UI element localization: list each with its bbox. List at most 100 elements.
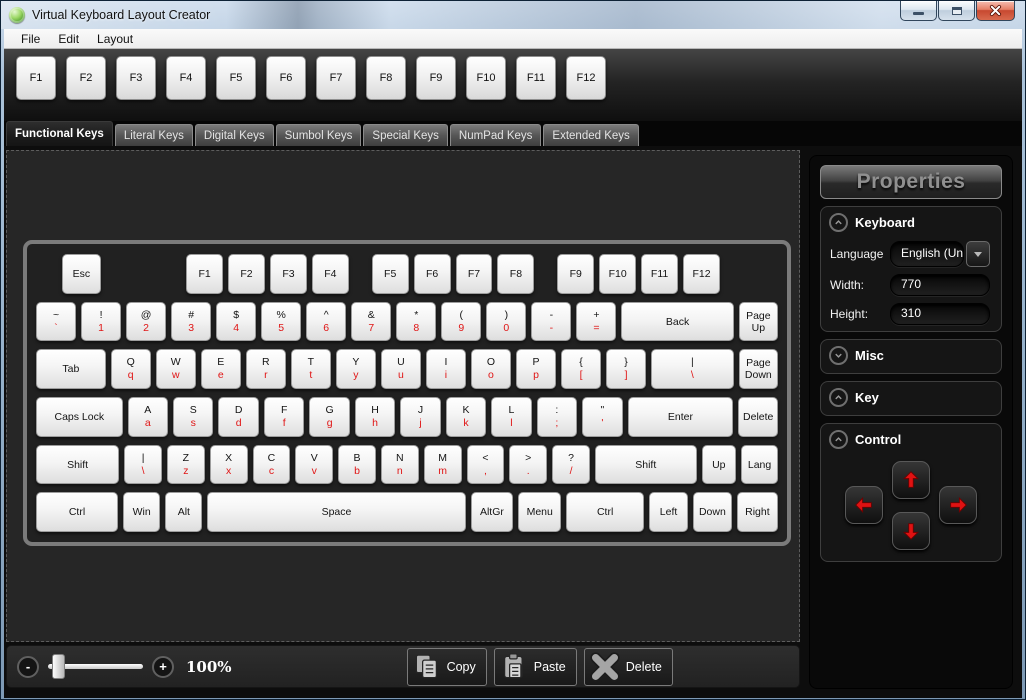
section-key-header[interactable]: Key bbox=[829, 386, 993, 409]
key-j-j[interactable]: Jj bbox=[400, 397, 440, 437]
key-s-s[interactable]: Ss bbox=[173, 397, 213, 437]
copy-button[interactable]: Copy bbox=[407, 648, 487, 686]
key-f12[interactable]: F12 bbox=[683, 254, 720, 294]
tab-sumbol-keys[interactable]: Sumbol Keys bbox=[276, 124, 362, 146]
key-ctrl[interactable]: Ctrl bbox=[36, 492, 118, 532]
key-sym[interactable]: -- bbox=[531, 302, 571, 342]
key-enter[interactable]: Enter bbox=[628, 397, 734, 437]
tab-digital-keys[interactable]: Digital Keys bbox=[195, 124, 274, 146]
key-g-g[interactable]: Gg bbox=[309, 397, 349, 437]
toolbar-key-f3[interactable]: F3 bbox=[116, 56, 156, 100]
key-sym[interactable]: }] bbox=[606, 349, 646, 389]
toolbar-key-f7[interactable]: F7 bbox=[316, 56, 356, 100]
key-v-v[interactable]: Vv bbox=[295, 445, 333, 485]
key-x-x[interactable]: Xx bbox=[210, 445, 248, 485]
key-h-h[interactable]: Hh bbox=[355, 397, 395, 437]
key-p-p[interactable]: Pp bbox=[516, 349, 556, 389]
key-f8[interactable]: F8 bbox=[497, 254, 534, 294]
key-page-up[interactable]: Page Up bbox=[739, 302, 778, 342]
key-l-l[interactable]: Ll bbox=[491, 397, 531, 437]
move-right-button[interactable] bbox=[939, 486, 977, 524]
key-f3[interactable]: F3 bbox=[270, 254, 307, 294]
toolbar-key-f12[interactable]: F12 bbox=[566, 56, 606, 100]
toolbar-key-f2[interactable]: F2 bbox=[66, 56, 106, 100]
close-button[interactable] bbox=[976, 1, 1015, 21]
toolbar-key-f11[interactable]: F11 bbox=[516, 56, 556, 100]
move-down-button[interactable] bbox=[892, 512, 930, 550]
key-sym[interactable]: >. bbox=[509, 445, 547, 485]
key-m-m[interactable]: Mm bbox=[424, 445, 462, 485]
delete-button[interactable]: Delete bbox=[584, 648, 673, 686]
key-0[interactable]: )0 bbox=[486, 302, 526, 342]
key-left[interactable]: Left bbox=[649, 492, 688, 532]
key-u-u[interactable]: Uu bbox=[381, 349, 421, 389]
key-right[interactable]: Right bbox=[737, 492, 778, 532]
key-w-w[interactable]: Ww bbox=[156, 349, 196, 389]
move-up-button[interactable] bbox=[892, 461, 930, 499]
key-1[interactable]: !1 bbox=[81, 302, 121, 342]
key-o-o[interactable]: Oo bbox=[471, 349, 511, 389]
toolbar-key-f8[interactable]: F8 bbox=[366, 56, 406, 100]
tab-extended-keys[interactable]: Extended Keys bbox=[543, 124, 638, 146]
menu-layout[interactable]: Layout bbox=[88, 30, 142, 48]
key-down[interactable]: Down bbox=[693, 492, 732, 532]
key-2[interactable]: @2 bbox=[126, 302, 166, 342]
key-lang[interactable]: Lang bbox=[741, 445, 778, 485]
key-caps-lock[interactable]: Caps Lock bbox=[36, 397, 123, 437]
key-a-a[interactable]: Aa bbox=[128, 397, 168, 437]
key-esc[interactable]: Esc bbox=[62, 254, 101, 294]
key-shift[interactable]: Shift bbox=[36, 445, 119, 485]
toolbar-key-f1[interactable]: F1 bbox=[16, 56, 56, 100]
maximize-button[interactable] bbox=[938, 1, 975, 21]
tab-special-keys[interactable]: Special Keys bbox=[363, 124, 447, 146]
key-up[interactable]: Up bbox=[702, 445, 736, 485]
key-sym[interactable]: ?/ bbox=[552, 445, 590, 485]
height-input[interactable]: 310 bbox=[890, 303, 990, 325]
section-keyboard-header[interactable]: Keyboard bbox=[829, 211, 993, 234]
key-f6[interactable]: F6 bbox=[414, 254, 451, 294]
key-sym[interactable]: |\ bbox=[124, 445, 162, 485]
key-k-k[interactable]: Kk bbox=[446, 397, 486, 437]
menu-edit[interactable]: Edit bbox=[49, 30, 88, 48]
key-space[interactable]: Space bbox=[207, 492, 465, 532]
key-d-d[interactable]: Dd bbox=[218, 397, 258, 437]
key-r-r[interactable]: Rr bbox=[246, 349, 286, 389]
key-sym[interactable]: |\ bbox=[651, 349, 734, 389]
key-alt[interactable]: Alt bbox=[165, 492, 202, 532]
key-3[interactable]: #3 bbox=[171, 302, 211, 342]
key-e-e[interactable]: Ee bbox=[201, 349, 241, 389]
key-f2[interactable]: F2 bbox=[228, 254, 265, 294]
tab-numpad-keys[interactable]: NumPad Keys bbox=[450, 124, 542, 146]
minimize-button[interactable] bbox=[900, 1, 937, 21]
key-ctrl[interactable]: Ctrl bbox=[566, 492, 644, 532]
key-c-c[interactable]: Cc bbox=[253, 445, 291, 485]
key-sym[interactable]: :; bbox=[537, 397, 577, 437]
key-6[interactable]: ^6 bbox=[306, 302, 346, 342]
key-altgr[interactable]: AltGr bbox=[471, 492, 514, 532]
key-t-t[interactable]: Tt bbox=[291, 349, 331, 389]
key-shift[interactable]: Shift bbox=[595, 445, 697, 485]
key-sym[interactable]: += bbox=[576, 302, 616, 342]
width-input[interactable]: 770 bbox=[890, 274, 990, 296]
key-5[interactable]: %5 bbox=[261, 302, 301, 342]
tab-functional-keys[interactable]: Functional Keys bbox=[6, 121, 113, 146]
toolbar-key-f5[interactable]: F5 bbox=[216, 56, 256, 100]
toolbar-key-f6[interactable]: F6 bbox=[266, 56, 306, 100]
key-f5[interactable]: F5 bbox=[372, 254, 409, 294]
key-8[interactable]: *8 bbox=[396, 302, 436, 342]
zoom-in-button[interactable]: + bbox=[152, 656, 174, 678]
tab-literal-keys[interactable]: Literal Keys bbox=[115, 124, 193, 146]
design-canvas[interactable]: EscF1F2F3F4F5F6F7F8F9F10F11F12~`!1@2#3$4… bbox=[6, 150, 800, 642]
key-n-n[interactable]: Nn bbox=[381, 445, 419, 485]
language-dropdown-button[interactable] bbox=[966, 241, 990, 267]
key-f7[interactable]: F7 bbox=[456, 254, 493, 294]
key-f-f[interactable]: Ff bbox=[264, 397, 304, 437]
key-delete[interactable]: Delete bbox=[738, 397, 778, 437]
key-7[interactable]: &7 bbox=[351, 302, 391, 342]
key-f9[interactable]: F9 bbox=[557, 254, 594, 294]
zoom-out-button[interactable]: - bbox=[17, 656, 39, 678]
toolbar-key-f4[interactable]: F4 bbox=[166, 56, 206, 100]
key-b-b[interactable]: Bb bbox=[338, 445, 376, 485]
menu-file[interactable]: File bbox=[12, 30, 49, 48]
zoom-slider-handle[interactable] bbox=[52, 654, 65, 679]
